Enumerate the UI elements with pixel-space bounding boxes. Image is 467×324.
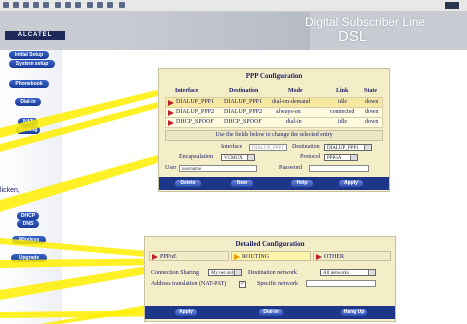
callout-text: licken, (0, 187, 20, 194)
cell-destination: DHCP_SPOOF (224, 119, 262, 125)
help-button[interactable]: Help (291, 180, 313, 187)
nat-checkbox[interactable]: ✓ (239, 281, 246, 288)
destination-label: Destination (292, 144, 320, 150)
cell-mode: always-on (276, 109, 301, 115)
detailed-configuration-panel: Detailed Configuration PPPoE ROUTING OTH… (144, 236, 396, 322)
detail-panel-title: Detailed Configuration (235, 240, 305, 248)
specific-network-label: Specific network (257, 281, 298, 287)
cell-interface: DIALUP_PPP2 (176, 109, 215, 115)
cell-link: idle (338, 119, 347, 125)
specific-network-field[interactable] (306, 280, 376, 287)
edit-hint: Use the fields below to change the selec… (165, 130, 383, 141)
cell-state: down (365, 99, 379, 105)
cell-mode: dial-in (286, 119, 302, 125)
destination-network-select[interactable]: All networks (320, 269, 376, 276)
table-row[interactable]: DHCP_SPOOF DHCP_SPOOF dial-in idle down (165, 117, 383, 128)
chevron-down-icon (368, 270, 375, 275)
cell-state: down (365, 109, 379, 115)
ppp-button-bar: Delete New Help Apply (159, 177, 389, 190)
tab-arrow-icon (234, 254, 240, 260)
destination-select-value: DIALUP_PPP1 (327, 146, 359, 151)
password-label: Password (279, 165, 303, 171)
apply-detail-button[interactable]: Apply (175, 309, 197, 316)
user-field[interactable]: username (179, 165, 257, 172)
cell-link: connected (330, 109, 355, 115)
detail-button-bar: Apply Dial-in Hang Up (145, 306, 395, 319)
tab-routing-label: ROUTING (242, 254, 269, 260)
user-label: User (165, 165, 177, 171)
tab-pppoe-label: PPPoE (160, 254, 177, 260)
apply-button[interactable]: Apply (339, 180, 363, 187)
cell-interface: DHCP_SPOOF (176, 119, 214, 125)
row-arrow-icon (168, 110, 174, 116)
cell-destination: DIALUP_PPP1 (224, 99, 263, 105)
nat-label: Address translation (NAT-PAT) (151, 281, 227, 287)
tab-arrow-icon (152, 254, 158, 260)
col-link: Link (336, 88, 349, 94)
tab-routing[interactable]: ROUTING (231, 251, 311, 261)
tab-other[interactable]: OTHER (313, 251, 391, 261)
new-button[interactable]: New (231, 180, 253, 187)
dial-in-button[interactable]: Dial-in (259, 309, 283, 316)
encapsulation-label: Encapsulation (179, 154, 213, 160)
protocol-select-value: PPPoA (327, 156, 342, 161)
chevron-down-icon (350, 155, 357, 160)
tab-other-label: OTHER (324, 254, 344, 260)
protocol-select[interactable]: PPPoA (324, 154, 358, 161)
tab-arrow-icon (316, 254, 322, 260)
interface-field[interactable]: DIALUP_PPP1 (249, 144, 287, 151)
encapsulation-select[interactable]: VCMUX (221, 154, 255, 161)
col-mode: Mode (288, 88, 303, 94)
selected-row-arrow-icon (168, 100, 174, 106)
protocol-label: Protocol (300, 154, 321, 160)
chevron-down-icon (364, 145, 371, 150)
destination-network-value: All networks (323, 271, 349, 276)
cell-destination: DIALUP_PPP2 (224, 109, 263, 115)
col-destination: Destination (229, 88, 259, 94)
ppp-configuration-panel: PPP Configuration Interface Destination … (158, 68, 390, 192)
cell-link: idle (338, 99, 347, 105)
delete-button[interactable]: Delete (175, 180, 201, 187)
connection-sharing-value: My net only (211, 271, 236, 276)
cell-interface: DIALUP_PPP1 (176, 99, 215, 105)
destination-network-label: Destination network (248, 270, 297, 276)
destination-select[interactable]: DIALUP_PPP1 (324, 144, 372, 151)
col-interface: Interface (175, 88, 199, 94)
cell-state: down (365, 119, 379, 125)
interface-label: Interface (221, 144, 243, 150)
cell-mode: dial-on-demand (272, 99, 310, 105)
hang-up-button[interactable]: Hang Up (341, 309, 367, 316)
connection-sharing-select[interactable]: My net only (208, 269, 242, 276)
ppp-panel-title: PPP Configuration (245, 72, 303, 80)
chevron-down-icon (247, 155, 254, 160)
tab-pppoe[interactable]: PPPoE (149, 251, 229, 261)
encapsulation-select-value: VCMUX (224, 156, 243, 161)
col-state: State (364, 88, 377, 94)
chevron-down-icon (234, 270, 241, 275)
row-arrow-icon (168, 120, 174, 126)
password-field[interactable] (309, 165, 369, 172)
connection-sharing-label: Connection Sharing (151, 270, 199, 276)
